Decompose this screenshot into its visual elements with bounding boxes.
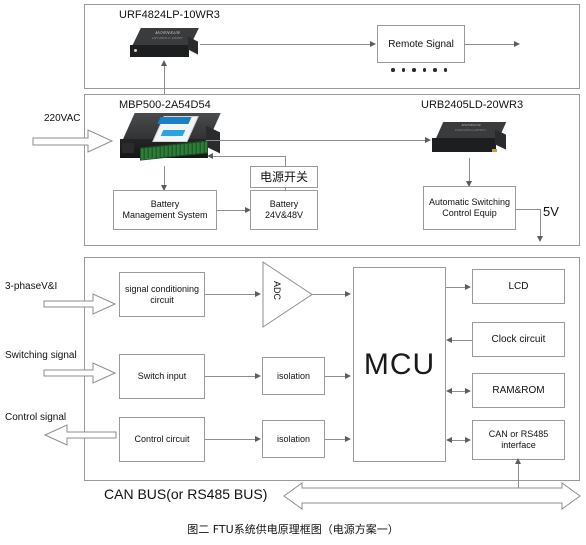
line-clock-to-mcu [452,340,472,341]
arrowhead-into-lcd [465,283,471,290]
control-circuit-box[interactable]: Control circuit [119,417,205,462]
line-battery-feedback [212,156,286,157]
arrowhead-ramrom-right [465,387,471,394]
arrowhead-can-left [446,436,452,443]
input-220vac-label: 220VAC [44,113,81,124]
line-mbp-to-urb [206,140,427,141]
arrowhead-ramrom-left [446,387,452,394]
auto-switch-line1: Automatic Switching [428,197,511,207]
arrowhead-adc-to-mcu [345,290,351,297]
can-bus-double-arrow [283,482,581,510]
arrowhead-can-right [465,436,471,443]
arrowhead-into-adc [255,290,261,297]
block-arrow-control [43,424,117,446]
arrowhead-5v [536,236,543,242]
arrowhead-iso2-to-mcu [345,435,351,442]
block-arrow-220vac [32,129,114,153]
arrowhead-into-iso2 [255,435,261,442]
line-urf-to-remote [200,44,372,45]
battery-box[interactable]: Battery 24V&48V [250,190,318,230]
arrowhead-into-remote [370,40,376,47]
line-sigcond-to-adc [205,294,257,295]
arrowhead-into-urb [425,136,431,143]
line-control-to-iso2 [205,439,257,440]
signal-conditioning-box[interactable]: signal conditioning circuit [119,272,205,317]
bms-label-line2: Management System [122,210,208,220]
can-rs485-box[interactable]: CAN or RS485 interface [472,420,565,460]
figure-root: URF4824LP-10WR3 MORNSUN URF4824LP-10WR3 … [0,0,586,545]
arrowhead-into-iso1 [255,372,261,379]
line-mcu-can [452,440,466,441]
ellipsis-dots [391,68,447,72]
auto-switching-box[interactable]: Automatic Switching Control Equip [423,186,516,230]
output-5v-label: 5V [543,204,559,219]
urf-module-part: URF4824LP-10WR3 [151,37,184,40]
arrowhead-feed-urf [160,60,167,66]
line-mcu-to-lcd [446,287,467,288]
urb-module-label: URB2405LD-20WR3 [421,99,524,111]
lcd-box[interactable]: LCD [472,269,565,304]
signal-cond-line2: circuit [150,294,174,305]
bms-label-line1: Battery [150,199,180,209]
auto-switch-line2: Control Equip [442,208,497,218]
arrowhead-can-up [514,458,521,464]
urf-module-brand: MORNSUN [154,31,182,35]
signal-cond-line1: signal conditioning [124,283,200,294]
adc-label: ADC [272,281,282,301]
battery-label-line1: Battery [269,199,299,209]
switch-input-box[interactable]: Switch input [119,354,205,399]
ram-rom-box[interactable]: RAM&ROM [472,373,565,408]
urf4824lp-module-image: MORNSUN URF4824LP-10WR3 [130,28,200,62]
line-mcu-ramrom [452,391,466,392]
battery-label-line2: 24V&48V [264,210,304,220]
can-bus-label: CAN BUS(or RS485 BUS) [104,486,268,502]
isolation-box-1[interactable]: isolation [262,357,325,395]
clock-circuit-box[interactable]: Clock circuit [472,322,565,357]
block-arrow-3phase [43,293,117,315]
isolation-box-2[interactable]: isolation [262,420,325,458]
can-rs485-line2: interface [501,440,536,450]
arrowhead-iso1-to-mcu [345,372,351,379]
line-bms-to-battery [217,210,248,211]
bms-box[interactable]: Battery Management System [113,190,217,230]
arrowhead-battery-feedback [207,152,213,159]
line-adc-to-mcu [311,294,348,295]
remote-signal-box[interactable]: Remote Signal [377,25,465,63]
line-remote-out [465,44,517,45]
arrowhead-clock-to-mcu [446,336,452,343]
arrowhead-remote-out [514,40,520,47]
block-arrow-switching [43,362,117,384]
figure-caption: 图二 FTU系统供电原理框图（电源方案一） [187,523,399,536]
mcu-box[interactable]: MCU [353,267,446,462]
adc-triangle[interactable]: ADC [262,261,314,328]
mbp-module-label: MBP500-2A54D54 [119,99,211,111]
line-5v-horizontal [516,209,540,210]
line-switch-to-iso1 [205,376,257,377]
urb2405ld-module-image: MORNSUN URB2405LD-20WR3 [432,122,510,158]
line-feed-urf [164,62,165,96]
can-rs485-line1: CAN or RS485 [488,429,549,439]
power-switch-box[interactable]: 电源开关 [250,166,318,188]
urf-module-label: URF4824LP-10WR3 [119,9,220,21]
